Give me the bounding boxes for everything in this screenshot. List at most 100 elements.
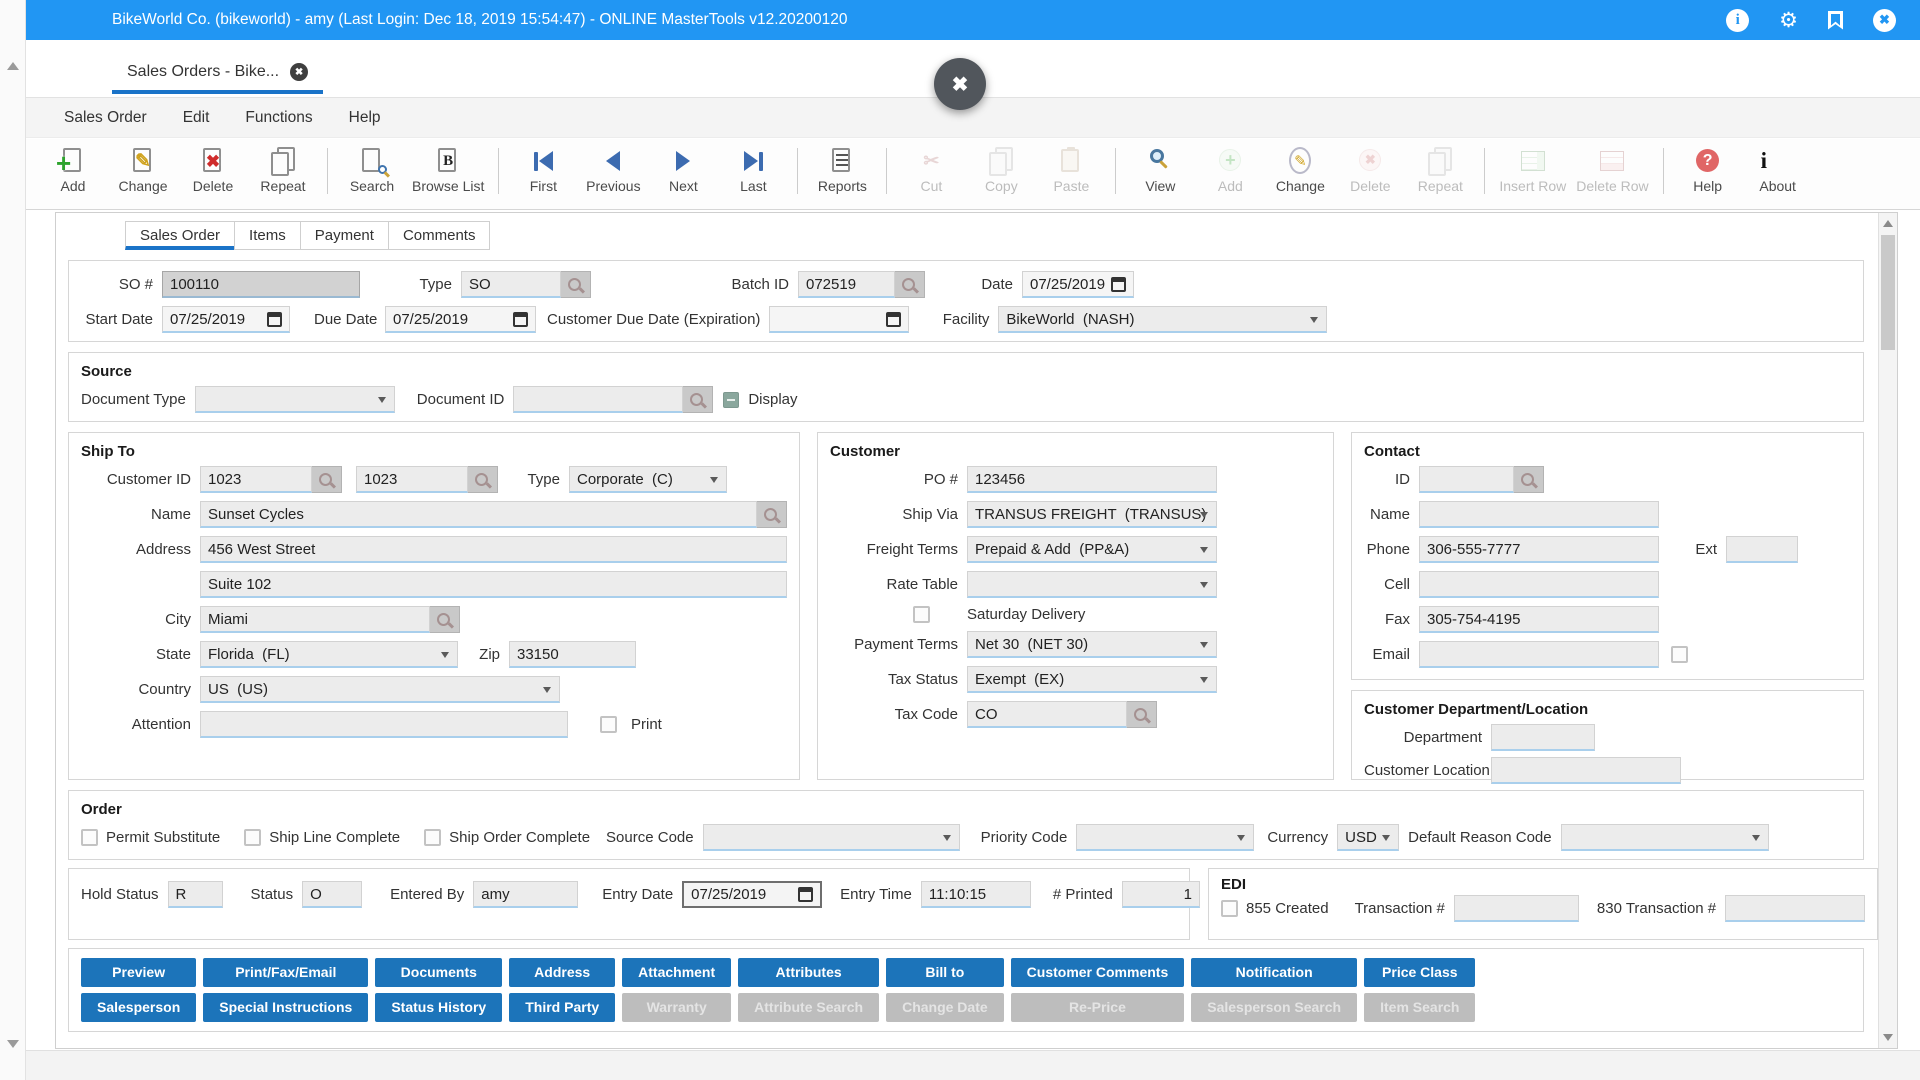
status-field[interactable]: O (302, 881, 362, 908)
address-button[interactable]: Address (509, 958, 615, 987)
ship-line-complete-checkbox[interactable] (244, 829, 261, 846)
printed-count-field[interactable]: 1 (1122, 881, 1200, 908)
permit-substitute-checkbox[interactable] (81, 829, 98, 846)
address-line-1-field[interactable]: 456 West Street (200, 536, 787, 563)
form-tab-sales-order[interactable]: Sales Order (125, 221, 235, 250)
calendar-icon[interactable] (1111, 277, 1126, 292)
toolbar-next-button[interactable]: Next (648, 146, 718, 194)
form-tab-items[interactable]: Items (234, 221, 301, 250)
bookmark-icon[interactable] (1828, 11, 1843, 30)
zip-field[interactable]: 33150 (509, 641, 636, 668)
so-number-field[interactable]: 100110 (162, 271, 360, 298)
toolbar-first-button[interactable]: First (508, 146, 578, 194)
address-line-2-field[interactable]: Suite 102 (200, 571, 787, 598)
edi-855-created-checkbox[interactable] (1221, 900, 1238, 917)
titlebar-close-icon[interactable]: ✖ (1873, 9, 1896, 32)
calendar-icon[interactable] (886, 312, 901, 327)
department-field[interactable] (1491, 724, 1595, 751)
payment-terms-select[interactable]: Net 30 (NET 30) (967, 631, 1217, 658)
form-tab-payment[interactable]: Payment (300, 221, 389, 250)
toolbar-about-button[interactable]: i About (1743, 146, 1813, 194)
state-select[interactable]: Florida (FL) (200, 641, 458, 668)
priority-code-select[interactable] (1076, 824, 1254, 851)
due-date-field[interactable]: 07/25/2019 (385, 306, 536, 333)
batch-id-field[interactable]: 072519 (798, 271, 895, 298)
ship-to-name-field[interactable]: Sunset Cycles (200, 501, 757, 528)
special-instructions-button[interactable]: Special Instructions (203, 993, 368, 1022)
contact-name-field[interactable] (1419, 501, 1659, 528)
ship-to-type-select[interactable]: Corporate (C) (569, 466, 727, 493)
tax-code-lookup-icon[interactable] (1127, 701, 1157, 728)
scrollbar-down-arrow-icon[interactable] (1883, 1034, 1893, 1041)
ship-to-id-lookup-icon[interactable] (468, 466, 498, 493)
menu-functions[interactable]: Functions (245, 109, 312, 127)
customer-id-field[interactable]: 1023 (200, 466, 312, 493)
overlay-close-button[interactable]: ✖ (934, 58, 986, 110)
price-class-button[interactable]: Price Class (1364, 958, 1475, 987)
toolbar-last-button[interactable]: Last (718, 146, 788, 194)
scroll-down-arrow-icon[interactable] (7, 1040, 19, 1048)
document-type-select[interactable] (195, 386, 395, 413)
start-date-field[interactable]: 07/25/2019 (162, 306, 290, 333)
preview-button[interactable]: Preview (81, 958, 196, 987)
email-field[interactable] (1419, 641, 1659, 668)
city-lookup-icon[interactable] (430, 606, 460, 633)
entered-by-field[interactable]: amy (473, 881, 578, 908)
menu-edit[interactable]: Edit (183, 109, 210, 127)
ship-to-id-field[interactable]: 1023 (356, 466, 468, 493)
fax-field[interactable]: 305-754-4195 (1419, 606, 1659, 633)
entry-time-field[interactable]: 11:10:15 (921, 881, 1031, 908)
window-left-scrollbar[interactable] (0, 0, 26, 1080)
toolbar-search-button[interactable]: Search (337, 146, 407, 194)
source-code-select[interactable] (703, 824, 960, 851)
hold-status-field[interactable]: R (168, 881, 223, 908)
toolbar-reports-button[interactable]: Reports (807, 146, 877, 194)
form-vertical-scrollbar[interactable] (1878, 213, 1897, 1048)
country-select[interactable]: US (US) (200, 676, 560, 703)
ship-order-complete-checkbox[interactable] (424, 829, 441, 846)
menu-sales-order[interactable]: Sales Order (64, 109, 147, 127)
calendar-icon[interactable] (798, 887, 813, 902)
city-field[interactable]: Miami (200, 606, 430, 633)
tax-status-select[interactable]: Exempt (EX) (967, 666, 1217, 693)
toolbar-add-button[interactable]: + Add (38, 146, 108, 194)
toolbar-browse-list-button[interactable]: B Browse List (407, 146, 489, 194)
tab-close-icon[interactable]: ✖ (290, 63, 308, 81)
date-field[interactable]: 07/25/2019 (1022, 271, 1134, 298)
po-number-field[interactable]: 123456 (967, 466, 1217, 493)
menu-help[interactable]: Help (349, 109, 381, 127)
email-checkbox[interactable] (1671, 646, 1688, 663)
transaction-number-field[interactable] (1454, 895, 1579, 922)
freight-terms-select[interactable]: Prepaid & Add (PP&A) (967, 536, 1217, 563)
tax-code-field[interactable]: CO (967, 701, 1127, 728)
ext-field[interactable] (1726, 536, 1798, 563)
settings-gear-icon[interactable]: ⚙ (1779, 10, 1798, 31)
third-party-button[interactable]: Third Party (509, 993, 615, 1022)
attachment-button[interactable]: Attachment (622, 958, 731, 987)
info-icon[interactable]: i (1726, 9, 1749, 32)
print-checkbox[interactable] (600, 716, 617, 733)
document-id-field[interactable] (513, 386, 683, 413)
calendar-icon[interactable] (267, 312, 282, 327)
form-tab-comments[interactable]: Comments (388, 221, 491, 250)
scrollbar-up-arrow-icon[interactable] (1883, 220, 1893, 227)
ship-to-name-lookup-icon[interactable] (757, 501, 787, 528)
print-fax-email-button[interactable]: Print/Fax/Email (203, 958, 368, 987)
toolbar-repeat-button[interactable]: Repeat (248, 146, 318, 194)
customer-due-date-field[interactable] (769, 306, 909, 333)
phone-field[interactable]: 306-555-7777 (1419, 536, 1659, 563)
ship-via-select[interactable]: TRANSUS FREIGHT (TRANSUS) (967, 501, 1217, 528)
notification-button[interactable]: Notification (1191, 958, 1357, 987)
toolbar-delete-button[interactable]: ✖ Delete (178, 146, 248, 194)
contact-id-lookup-icon[interactable] (1514, 466, 1544, 493)
customer-id-lookup-icon[interactable] (312, 466, 342, 493)
toolbar-help-button[interactable]: ? Help (1673, 146, 1743, 194)
type-field[interactable]: SO (461, 271, 561, 298)
entry-date-field[interactable]: 07/25/2019 (682, 881, 822, 908)
cell-field[interactable] (1419, 571, 1659, 598)
display-toggle-button[interactable] (723, 392, 739, 408)
batch-id-lookup-icon[interactable] (895, 271, 925, 298)
transaction-830-field[interactable] (1725, 895, 1865, 922)
toolbar-change-button[interactable]: ✎ Change (108, 146, 178, 194)
facility-select[interactable]: BikeWorld (NASH) (998, 306, 1327, 333)
